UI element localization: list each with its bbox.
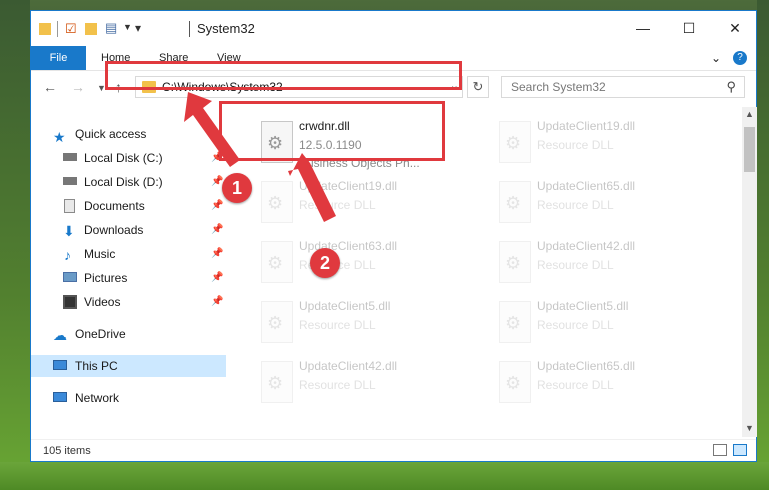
step-marker-1: 1 [222, 173, 252, 203]
arrow-to-file [288, 153, 336, 222]
step-marker-2: 2 [310, 248, 340, 278]
annotation-arrows [184, 92, 336, 222]
arrow-to-address-bar [184, 92, 240, 167]
